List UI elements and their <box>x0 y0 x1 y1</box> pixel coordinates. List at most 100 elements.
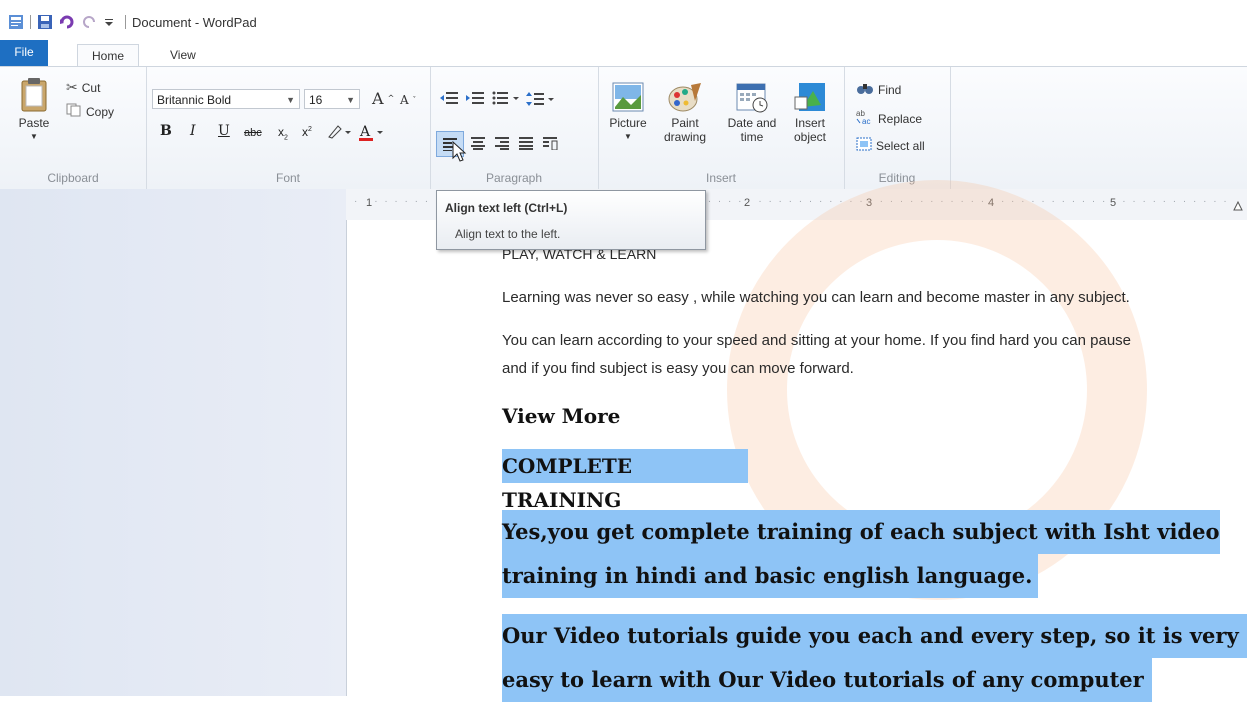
scissors-icon: ✂ <box>66 79 78 95</box>
doc-big-line-3: Our Video tutorials guide you each and e… <box>502 614 1247 658</box>
shrink-font-button[interactable]: Aˇ <box>400 93 416 107</box>
select-all-button[interactable]: Select all <box>856 137 925 154</box>
date-time-button[interactable]: Date and time <box>724 81 780 144</box>
insert-object-label-line1: Insert <box>794 116 825 130</box>
find-label: Find <box>878 82 902 97</box>
svg-text:A: A <box>359 124 371 140</box>
chevron-down-icon: ▼ <box>346 95 355 105</box>
align-right-icon <box>495 137 509 150</box>
doc-view-more[interactable]: View More <box>502 404 620 428</box>
redo-icon[interactable] <box>81 14 97 30</box>
superscript-button[interactable]: x2 <box>302 125 312 139</box>
grow-font-button[interactable]: A ^ <box>372 89 394 108</box>
font-size-select[interactable]: 16 ▼ <box>304 89 360 109</box>
decrease-indent-icon <box>440 92 458 104</box>
tab-view[interactable]: View <box>156 44 210 66</box>
document-margin-area <box>0 189 346 696</box>
replace-label: Replace <box>878 111 923 126</box>
ruler-mark-1: 1 <box>364 197 375 209</box>
calendar-clock-icon <box>734 83 770 116</box>
tooltip-title: Align text left (Ctrl+L) <box>445 201 568 215</box>
ribbon-tabs: File Home View <box>0 40 1247 67</box>
picture-button[interactable]: Picture ▼ <box>604 81 652 144</box>
paste-button[interactable]: Paste ▼ <box>14 77 54 144</box>
find-button[interactable]: Find <box>856 81 901 98</box>
insert-object-label-line2: object <box>793 130 827 144</box>
ribbon: Paste ▼ ✂ Cut Copy Clipboard Britannic B… <box>0 66 1247 190</box>
paragraph-icon <box>543 137 558 150</box>
cut-label: Cut <box>81 80 101 95</box>
underline-button[interactable]: U <box>218 123 230 139</box>
bullet-list-icon <box>492 91 519 105</box>
undo-icon[interactable] <box>59 14 75 30</box>
insert-object-icon <box>793 83 827 116</box>
clipboard-group: Paste ▼ ✂ Cut Copy Clipboard <box>0 67 147 189</box>
doc-paragraph-1: Learning was never so easy , while watch… <box>502 289 1130 306</box>
ruler-mark-5: 5 <box>1108 197 1119 209</box>
doc-paragraph-2-line2: and if you find subject is easy you can … <box>502 360 854 377</box>
doc-complete-training: COMPLETE TRAINING <box>502 449 748 512</box>
highlight-color-button[interactable] <box>326 123 352 142</box>
cut-button[interactable]: ✂ Cut <box>66 79 100 96</box>
paragraph-group: Paragraph <box>430 67 599 189</box>
align-center-button[interactable] <box>470 136 486 150</box>
window-title: Document - WordPad <box>132 14 257 30</box>
tab-home[interactable]: Home <box>77 44 140 67</box>
insert-object-button[interactable]: Insert object <box>786 81 834 144</box>
ruler-mark-2: 2 <box>742 197 753 209</box>
wordpad-app-icon[interactable] <box>8 14 24 30</box>
paragraph-group-label: Paragraph <box>485 171 543 185</box>
select-all-label: Select all <box>876 138 925 153</box>
bullet-list-button[interactable] <box>492 91 520 105</box>
picture-label: Picture <box>609 116 647 130</box>
copy-label: Copy <box>86 104 115 119</box>
font-group-label: Font <box>275 171 300 185</box>
decrease-indent-button[interactable] <box>440 91 458 105</box>
increase-indent-button[interactable] <box>466 91 484 105</box>
svg-text:ac: ac <box>862 117 870 125</box>
align-right-button[interactable] <box>494 136 510 150</box>
paste-icon <box>19 77 49 116</box>
font-family-value: Britannic Bold <box>157 93 232 107</box>
bold-button[interactable]: B <box>160 123 172 139</box>
chevron-down-icon: ▼ <box>286 95 295 105</box>
italic-button[interactable]: I <box>190 123 196 139</box>
paint-drawing-label-line2: drawing <box>663 130 707 144</box>
paint-drawing-button[interactable]: Paint drawing <box>660 81 710 144</box>
editing-group: Find ab ac Replace Select all Editing <box>844 67 951 189</box>
save-icon[interactable] <box>37 14 53 30</box>
doc-paragraph-2-line1: You can learn according to your speed an… <box>502 332 1132 349</box>
replace-button[interactable]: ab ac Replace <box>856 109 922 128</box>
date-time-label-line1: Date and <box>727 116 777 130</box>
paste-label: Paste <box>18 116 50 130</box>
customize-qat-dropdown-icon[interactable] <box>103 14 119 30</box>
quick-access-toolbar: Document - WordPad <box>8 14 257 30</box>
doc-big-line-1: Yes,you get complete training of each su… <box>502 510 1220 554</box>
copy-button[interactable]: Copy <box>66 103 114 120</box>
subscript-button[interactable]: x2 <box>278 125 288 141</box>
select-all-icon <box>856 137 872 154</box>
paragraph-settings-button[interactable] <box>542 136 558 150</box>
title-separator <box>125 15 126 29</box>
font-color-button[interactable]: A <box>358 123 386 144</box>
binoculars-icon <box>856 81 874 98</box>
mouse-cursor-icon <box>452 140 468 166</box>
tab-file[interactable]: File <box>0 40 48 66</box>
highlighter-icon <box>326 125 352 142</box>
justify-button[interactable] <box>518 136 534 150</box>
replace-icon: ab ac <box>856 109 874 128</box>
picture-icon <box>611 82 645 116</box>
paint-drawing-label-line1: Paint <box>671 116 699 130</box>
qat-separator <box>30 15 31 29</box>
line-spacing-icon <box>526 92 554 106</box>
doc-big-line-4: easy to learn with Our Video tutorials o… <box>502 658 1152 702</box>
font-color-icon: A <box>358 124 386 144</box>
align-center-icon <box>471 137 485 150</box>
clipboard-group-label: Clipboard <box>47 171 99 185</box>
title-bar: Document - WordPad <box>0 0 1247 40</box>
strikethrough-button[interactable]: abc <box>244 127 262 139</box>
font-family-select[interactable]: Britannic Bold ▼ <box>152 89 300 109</box>
right-indent-marker-icon[interactable] <box>1233 199 1243 214</box>
line-spacing-button[interactable] <box>526 91 556 107</box>
insert-group: Picture ▼ Paint drawing Date and time In… <box>598 67 845 189</box>
